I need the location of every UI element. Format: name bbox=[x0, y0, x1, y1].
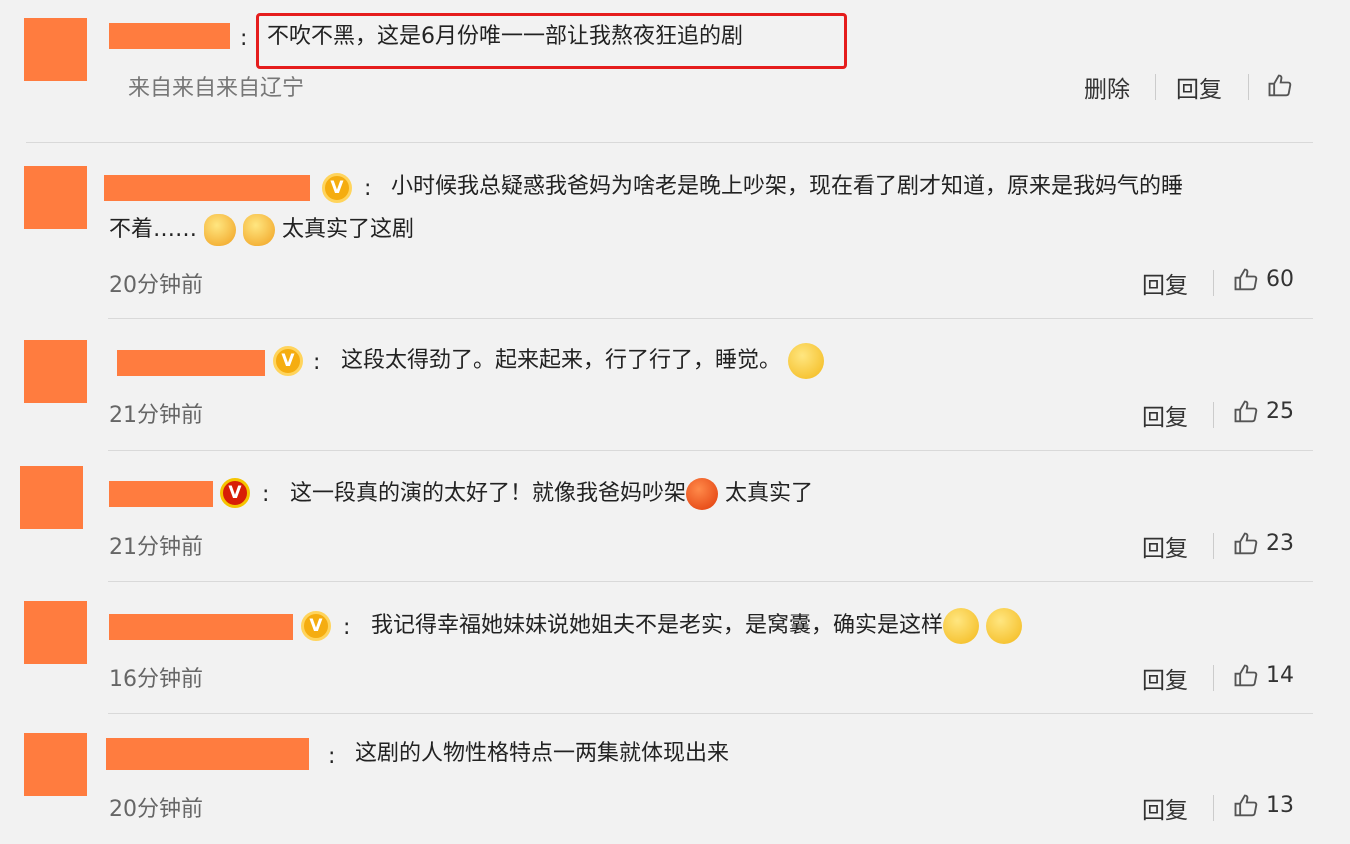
like-button[interactable]: 25 bbox=[1232, 398, 1294, 426]
colon: : bbox=[262, 482, 270, 507]
like-button[interactable]: 23 bbox=[1232, 530, 1294, 558]
comment-text-part: 这一段真的演的太好了！就像我爸妈吵架 bbox=[290, 481, 687, 506]
reply-button[interactable]: 回复 bbox=[1142, 266, 1188, 300]
reply-button[interactable]: 回复 bbox=[1142, 529, 1188, 563]
username-redacted[interactable] bbox=[104, 175, 310, 201]
comment-text: 不吹不黑，这是6月份唯一一部让我熬夜狂追的剧 bbox=[267, 24, 743, 49]
username-redacted[interactable] bbox=[109, 614, 293, 640]
thumbs-up-icon bbox=[1234, 400, 1258, 423]
facepalm-emoji-icon bbox=[243, 214, 276, 246]
divider bbox=[1248, 74, 1249, 100]
like-button[interactable] bbox=[1266, 72, 1300, 100]
comment-text: 小时候我总疑惑我爸妈为啥老是晚上吵架，现在看了剧才知道，原来是我妈气的睡 bbox=[391, 174, 1184, 199]
divider bbox=[1213, 270, 1214, 296]
verified-badge-icon: V bbox=[273, 346, 303, 376]
username-redacted[interactable] bbox=[106, 738, 309, 770]
thumbs-up-icon bbox=[1234, 268, 1258, 291]
divider bbox=[108, 450, 1313, 451]
comment-text: 这一段真的演的太好了！就像我爸妈吵架 太真实了 bbox=[290, 473, 813, 515]
reply-button[interactable]: 回复 bbox=[1142, 791, 1188, 825]
like-count: 13 bbox=[1266, 793, 1294, 818]
username-redacted[interactable] bbox=[117, 350, 265, 376]
smirk-emoji-icon bbox=[986, 608, 1023, 644]
divider bbox=[1213, 533, 1214, 559]
comment-text-part: 太真实了 bbox=[725, 481, 814, 506]
comment-time: 16分钟前 bbox=[109, 667, 203, 692]
angry-emoji-icon bbox=[686, 478, 719, 510]
comment-text-part: 太真实了这剧 bbox=[282, 217, 415, 242]
verified-badge-icon: V bbox=[322, 173, 352, 203]
verified-badge-icon: V bbox=[301, 611, 331, 641]
blowing-kiss-emoji-icon bbox=[788, 343, 825, 379]
username-redacted[interactable] bbox=[109, 481, 213, 507]
comment-text: 这剧的人物性格特点一两集就体现出来 bbox=[355, 741, 730, 766]
facepalm-emoji-icon bbox=[204, 214, 237, 246]
divider bbox=[108, 581, 1313, 582]
comment-text: 我记得幸福她妹妹说她姐夫不是老实，是窝囊，确实是这样 bbox=[371, 605, 1023, 647]
username-redacted[interactable] bbox=[109, 23, 230, 49]
avatar[interactable] bbox=[24, 601, 87, 664]
comment-text-part: 不着…… bbox=[109, 217, 198, 242]
divider bbox=[1213, 795, 1214, 821]
divider bbox=[1155, 74, 1156, 100]
colon: : bbox=[343, 615, 351, 640]
like-button[interactable]: 13 bbox=[1232, 792, 1294, 820]
thumbs-up-icon bbox=[1234, 794, 1258, 817]
thumbs-up-icon bbox=[1268, 74, 1292, 97]
comment-time: 21分钟前 bbox=[109, 403, 203, 428]
avatar[interactable] bbox=[24, 166, 87, 229]
divider bbox=[1213, 665, 1214, 691]
comment-time: 21分钟前 bbox=[109, 535, 203, 560]
avatar[interactable] bbox=[20, 466, 83, 529]
comment-time: 20分钟前 bbox=[109, 273, 203, 298]
like-button[interactable]: 60 bbox=[1232, 266, 1294, 294]
comment-location: 来自来自来自辽宁 bbox=[128, 76, 305, 101]
divider bbox=[108, 713, 1313, 714]
comment-text-line2: 不着…… 太真实了这剧 bbox=[109, 209, 414, 251]
avatar[interactable] bbox=[24, 733, 87, 796]
like-count: 23 bbox=[1266, 531, 1294, 556]
comment-text-part: 我记得幸福她妹妹说她姐夫不是老实，是窝囊，确实是这样 bbox=[371, 613, 944, 638]
comment-text-part: 这段太得劲了。起来起来，行了行了，睡觉。 bbox=[341, 348, 782, 373]
comment-time: 20分钟前 bbox=[109, 797, 203, 822]
avatar[interactable] bbox=[24, 18, 87, 81]
delete-button[interactable]: 删除 bbox=[1084, 70, 1130, 104]
reply-button[interactable]: 回复 bbox=[1142, 661, 1188, 695]
divider bbox=[26, 142, 1313, 143]
reply-button[interactable]: 回复 bbox=[1142, 398, 1188, 432]
colon: : bbox=[364, 176, 372, 201]
colon: : bbox=[328, 744, 336, 769]
like-count: 60 bbox=[1266, 267, 1294, 292]
thumbs-up-icon bbox=[1234, 664, 1258, 687]
divider bbox=[1213, 402, 1214, 428]
smirk-emoji-icon bbox=[943, 608, 980, 644]
thumbs-up-icon bbox=[1234, 532, 1258, 555]
colon: : bbox=[240, 26, 248, 51]
comment-text: 这段太得劲了。起来起来，行了行了，睡觉。 bbox=[341, 340, 825, 382]
like-count: 25 bbox=[1266, 399, 1294, 424]
like-button[interactable]: 14 bbox=[1232, 662, 1294, 690]
like-count: 14 bbox=[1266, 663, 1294, 688]
verified-badge-icon: V bbox=[220, 478, 250, 508]
colon: : bbox=[313, 350, 321, 375]
reply-button[interactable]: 回复 bbox=[1176, 70, 1222, 104]
avatar[interactable] bbox=[24, 340, 87, 403]
divider bbox=[108, 318, 1313, 319]
